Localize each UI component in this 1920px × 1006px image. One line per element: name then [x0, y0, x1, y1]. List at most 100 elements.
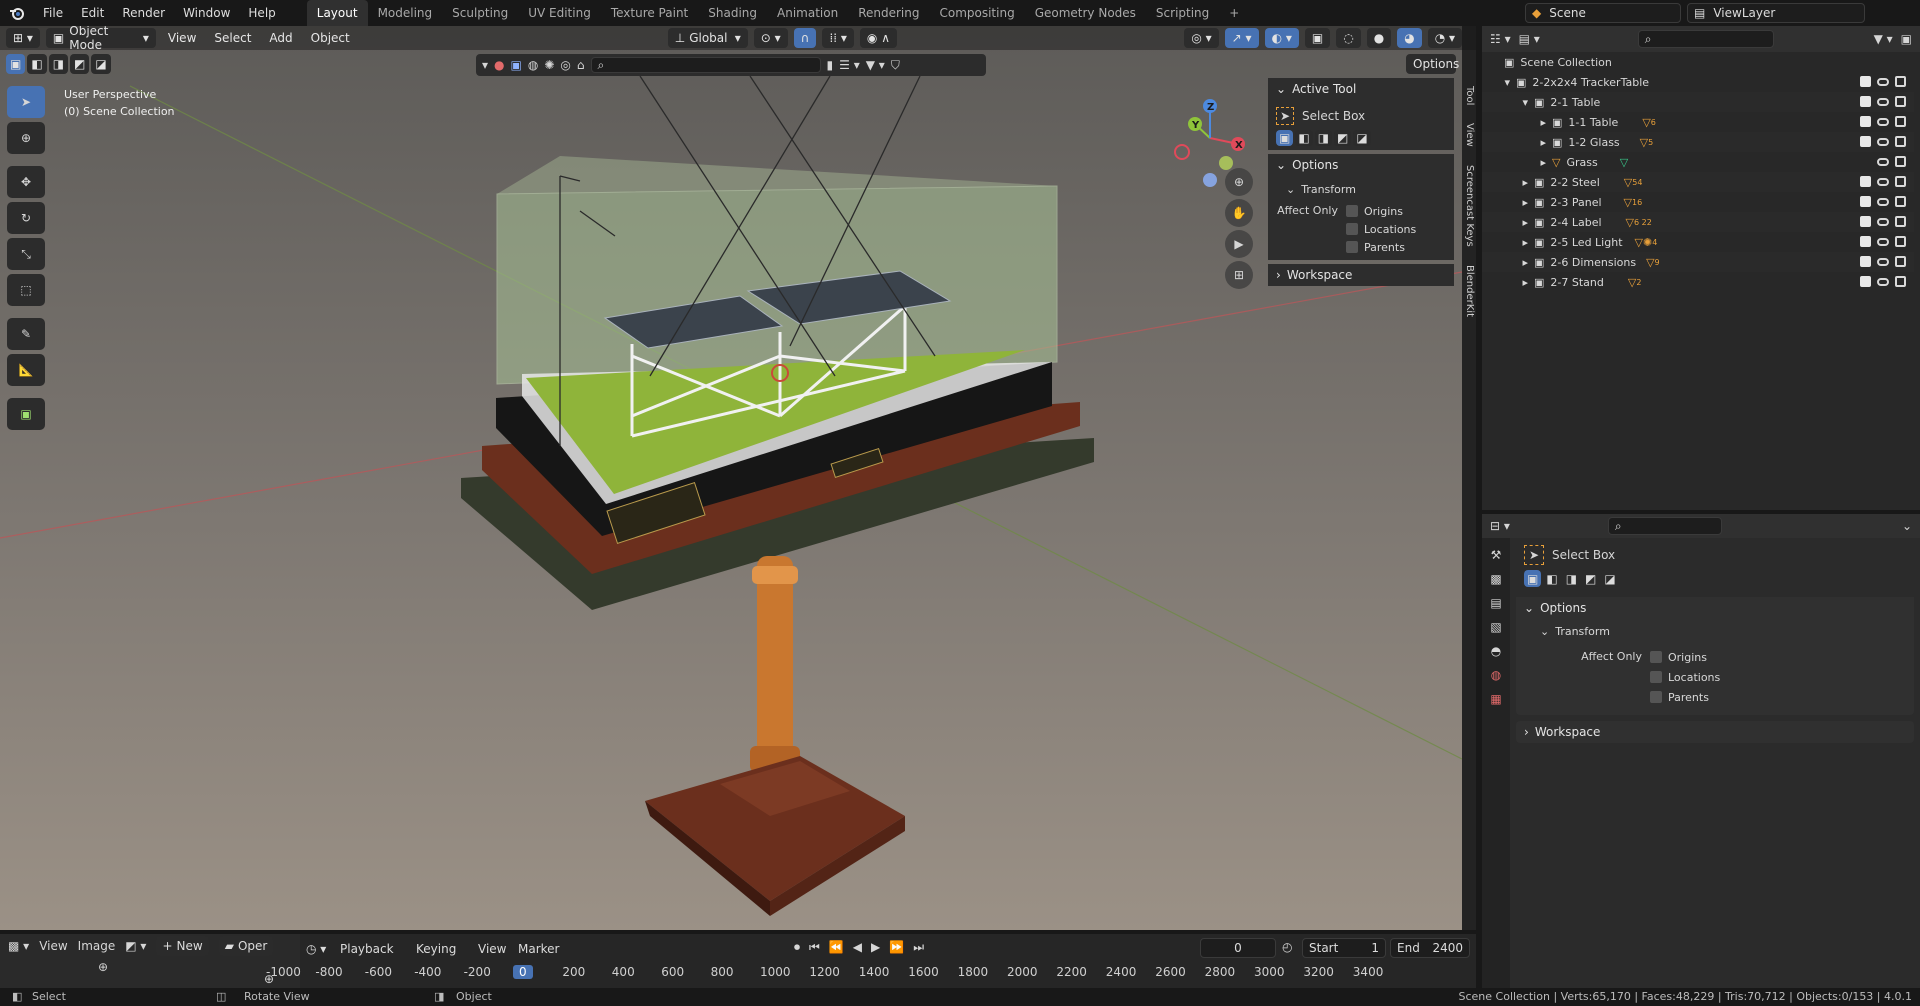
prev-keyframe-icon[interactable]: ⏪ [829, 940, 844, 955]
new-collection-icon[interactable]: ▣ [1901, 32, 1912, 46]
sidebar-tab-tool[interactable]: Tool [1462, 86, 1476, 105]
camera-icon[interactable] [1895, 116, 1906, 127]
image-mode-icon[interactable]: ◩ ▾ [125, 939, 146, 953]
chevron-right-icon[interactable]: ▸ [1482, 256, 1534, 269]
eye-icon[interactable] [1877, 178, 1889, 186]
eye-icon[interactable] [1877, 218, 1889, 226]
properties-search-input[interactable]: ⌕ [1607, 517, 1722, 535]
sidebar-tab-blenderkit[interactable]: BlenderKit [1462, 265, 1476, 317]
frame-ruler[interactable]: -1000 -800 -600 -400 -200 0 200 400 600 800 1000 12… [266, 960, 1476, 988]
eye-icon[interactable] [1877, 258, 1889, 266]
checkbox-icon[interactable] [1860, 196, 1871, 207]
outliner-row[interactable]: ▾ ▣ 2-2x2x4 TrackerTable [1482, 72, 1914, 92]
eye-icon[interactable] [1877, 278, 1889, 286]
mode-subtract-button[interactable]: ◨ [1314, 130, 1333, 146]
record-icon[interactable]: ⏺ [794, 940, 800, 955]
eye-icon[interactable] [1877, 138, 1889, 146]
select-box-tool[interactable]: ➤ [7, 86, 45, 118]
menu-file[interactable]: File [34, 0, 72, 26]
checkbox-icon[interactable] [1860, 136, 1871, 147]
menu-edit[interactable]: Edit [72, 0, 113, 26]
funnel-icon[interactable]: ▼ ▾ [1874, 32, 1893, 46]
play-reverse-icon[interactable]: ◀ [853, 940, 862, 955]
eye-icon[interactable] [1877, 118, 1889, 126]
outliner-editor-icon[interactable]: ☷ ▾ [1490, 32, 1511, 46]
cursor-tool[interactable]: ⊕ [7, 122, 45, 154]
visibility-button[interactable]: ◎ ▾ [1184, 28, 1219, 48]
funnel-icon[interactable]: ▼ ▾ [866, 58, 885, 72]
open-image-button[interactable]: ▰ Oper [218, 936, 274, 956]
color-wheel-icon[interactable]: ● [494, 58, 504, 72]
tab-shading[interactable]: Shading [698, 0, 767, 26]
options-header[interactable]: ⌄ Options [1268, 154, 1454, 176]
play-icon[interactable]: ▶ [871, 940, 880, 955]
sphere-filter-icon[interactable]: ◍ [528, 58, 538, 72]
tab-uv-editing[interactable]: UV Editing [518, 0, 601, 26]
eye-icon[interactable] [1877, 98, 1889, 106]
shading-wireframe[interactable]: ◌ [1336, 28, 1361, 48]
end-frame-field[interactable]: End 2400 [1390, 938, 1470, 958]
mode-invert-button[interactable]: ◩ [1334, 130, 1352, 146]
workspace-header[interactable]: › Workspace [1268, 264, 1454, 286]
camera-icon[interactable] [1895, 236, 1906, 247]
camera-icon[interactable] [1895, 216, 1906, 227]
camera-icon[interactable] [1895, 276, 1906, 287]
chevron-right-icon[interactable]: ▸ [1482, 216, 1534, 229]
outliner-row[interactable]: ▸ ▣ 2-6 Dimensions ▽ 9 [1482, 252, 1914, 272]
chevron-down-icon[interactable]: ▾ [1482, 96, 1534, 109]
select-invert-button[interactable]: ◩ [70, 54, 90, 74]
prop-workspace-header[interactable]: › Workspace [1516, 721, 1914, 743]
mode-extend-button[interactable]: ◧ [1295, 130, 1313, 146]
shading-solid[interactable]: ● [1366, 28, 1392, 48]
parents-checkbox[interactable]: Parents [1346, 238, 1416, 256]
camera-view-button[interactable]: ▶ [1225, 230, 1253, 258]
outliner-row[interactable]: ▸ ▣ 2-2 Steel ▽ 54 [1482, 172, 1914, 192]
chevron-right-icon[interactable]: ▸ [1482, 276, 1534, 289]
camera-icon[interactable] [1895, 136, 1906, 147]
checkbox-icon[interactable] [1860, 116, 1871, 127]
camera-icon[interactable] [1895, 96, 1906, 107]
blender-logo-icon[interactable] [0, 5, 34, 21]
tab-compositing[interactable]: Compositing [929, 0, 1024, 26]
3d-viewport[interactable]: ⊞ ▾ ▣ Object Mode ▾ View Select Add Obje… [0, 26, 1462, 930]
shield-icon[interactable]: ⛉ [891, 58, 900, 73]
proportional-edit-button[interactable]: ◉ ∧ [859, 28, 897, 48]
chevron-right-icon[interactable]: ▸ [1482, 236, 1534, 249]
outliner-row[interactable]: ▾ ▣ 2-1 Table [1482, 92, 1914, 112]
menu-window[interactable]: Window [174, 0, 239, 26]
camera-icon[interactable] [1895, 76, 1906, 87]
jump-end-icon[interactable]: ⏭ [913, 940, 924, 955]
bookmark-icon[interactable]: ▮ [827, 58, 834, 72]
timeline-view-menu[interactable]: View [478, 942, 506, 956]
light-filter-icon[interactable]: ✺ [544, 58, 554, 72]
image-editor-icon[interactable]: ▩ ▾ [8, 939, 29, 953]
active-tool-header[interactable]: ⌄ Active Tool [1268, 78, 1454, 100]
image-menu-view[interactable]: View [39, 939, 67, 953]
mode-intersect-button[interactable]: ◪ [1353, 130, 1371, 146]
transform-header[interactable]: ⌄ Transform [1276, 180, 1446, 198]
rotate-tool[interactable]: ↻ [7, 202, 45, 234]
sidebar-tab-view[interactable]: View [1462, 123, 1476, 147]
scale-tool[interactable]: ⤡ [7, 238, 45, 270]
checkbox-icon[interactable] [1860, 276, 1871, 287]
xray-toggle[interactable]: ▣ [1304, 28, 1331, 48]
texture-tab-icon[interactable]: ▦ [1490, 692, 1501, 706]
image-menu-image[interactable]: Image [78, 939, 116, 953]
outliner-search-input[interactable]: ⌕ [1637, 30, 1774, 48]
new-image-button[interactable]: + New [156, 936, 209, 956]
object-filter-icon[interactable]: ▣ [511, 58, 522, 72]
prop-mode-extend-button[interactable]: ◧ [1543, 570, 1561, 587]
tab-scripting[interactable]: Scripting [1146, 0, 1219, 26]
checkbox-icon[interactable] [1860, 176, 1871, 187]
add-workspace-button[interactable]: + [1219, 0, 1249, 26]
overlay-toggle[interactable]: ◐ ▾ [1264, 28, 1299, 48]
eye-icon[interactable] [1877, 198, 1889, 206]
start-frame-field[interactable]: Start 1 [1302, 938, 1386, 958]
chevron-down-icon[interactable]: ▾ [1482, 76, 1516, 89]
properties-editor-icon[interactable]: ⊟ ▾ [1490, 519, 1510, 533]
snap-target-button[interactable]: ⁞⁞ ▾ [822, 28, 854, 48]
chevron-right-icon[interactable]: ▸ [1482, 156, 1552, 169]
scene-selector[interactable]: ◆ Scene [1525, 3, 1681, 23]
prop-origins-checkbox[interactable]: Origins [1650, 647, 1720, 667]
eye-icon[interactable] [1877, 238, 1889, 246]
